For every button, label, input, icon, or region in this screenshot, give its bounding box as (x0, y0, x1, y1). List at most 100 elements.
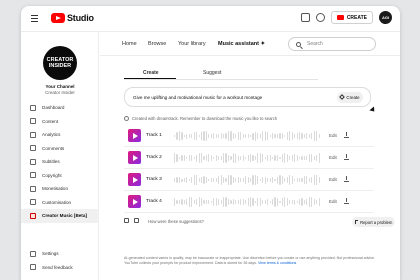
sidebar-item-monetisation[interactable]: Monetisation (21, 182, 99, 196)
menu-icon[interactable] (31, 15, 38, 22)
edit-button[interactable]: Edit (329, 133, 337, 138)
report-problem-button[interactable]: Report a problem (352, 217, 395, 227)
waveform[interactable] (174, 130, 322, 142)
waveform-bar (274, 197, 276, 207)
waveform-bar (249, 153, 252, 163)
waveform-bar (264, 176, 266, 184)
waveform-bar (286, 197, 288, 207)
sidebar-item-dashboard[interactable]: Dashboard (21, 101, 99, 115)
download-icon[interactable] (344, 154, 349, 160)
track-row[interactable]: Track 2 Edit (124, 147, 374, 169)
waveform[interactable] (174, 196, 322, 208)
sidebar-item-label: Monetisation (42, 186, 69, 192)
waveform-bar (176, 177, 178, 183)
waveform-bar (188, 197, 190, 207)
sidebar-item-send-feedback[interactable]: Send feedback (21, 261, 99, 275)
track-row[interactable]: Track 3 Edit (124, 169, 374, 191)
edit-button[interactable]: Edit (329, 199, 337, 204)
waveform-bar (210, 200, 212, 204)
tab-music-assistant[interactable]: Music assistant ✦ (218, 41, 265, 47)
waveform-bar (205, 176, 208, 184)
prompt-text[interactable]: Give me uplifting and motivational music… (133, 95, 262, 100)
download-icon[interactable] (344, 176, 349, 182)
help-icon[interactable] (315, 13, 325, 22)
sidebar-item-label: Creator Music [Beta] (42, 213, 87, 219)
waveform-bar (235, 133, 237, 139)
waveform-bar (237, 131, 239, 141)
track-row[interactable]: Track 1 Edit (124, 125, 374, 147)
subtab-create[interactable]: Create (143, 70, 159, 76)
tab-browse[interactable]: Browse (148, 41, 166, 47)
waveform-bar (294, 199, 296, 205)
sidebar-item-subtitles[interactable]: Subtitles (21, 155, 99, 169)
waveform-bar (174, 178, 176, 182)
sparkle-icon (339, 94, 346, 100)
waveform-bar (174, 198, 176, 206)
waveform-bar (245, 156, 247, 160)
waveform-bar (174, 152, 176, 164)
waveform-bar (272, 198, 274, 206)
subtab-suggest[interactable]: Suggest (203, 70, 221, 76)
play-icon[interactable] (128, 195, 141, 208)
waveform-bar (264, 157, 266, 160)
waveform-bar (225, 177, 227, 183)
waveform-bar (303, 134, 306, 138)
waveform-bar (291, 131, 293, 141)
waveform-bar (205, 155, 208, 161)
create-button[interactable]: CREATE (330, 11, 373, 24)
waveform-bar (230, 200, 232, 204)
waveform-bar (215, 133, 217, 139)
sidebar-item-content[interactable]: Content (21, 115, 99, 129)
flag-icon (354, 220, 359, 224)
sidebar-item-creator-music[interactable]: Creator Music [Beta] (21, 209, 99, 223)
sidebar-item-copyright[interactable]: Copyright (21, 169, 99, 183)
edit-button[interactable]: Edit (329, 177, 337, 182)
play-icon[interactable] (128, 129, 141, 142)
waveform[interactable] (174, 174, 322, 186)
waveform-bar (188, 178, 190, 182)
tab-home[interactable]: Home (122, 41, 137, 47)
messages-icon[interactable] (300, 13, 310, 22)
waveform-bar (196, 175, 198, 185)
waveform[interactable] (174, 152, 322, 164)
thumbs-down-icon[interactable] (134, 218, 139, 223)
account-avatar[interactable]: AGI (379, 11, 392, 24)
edit-button[interactable]: Edit (329, 155, 337, 160)
search-input[interactable]: Search (307, 41, 323, 47)
sidebar-item-settings[interactable]: Settings (21, 247, 99, 261)
sidebar-item-analytics[interactable]: Analytics (21, 128, 99, 142)
waveform-bar (259, 134, 261, 138)
waveform-bar (254, 201, 257, 204)
report-label: Report a problem (360, 219, 393, 225)
thumbs-up-icon[interactable] (124, 218, 129, 223)
channel-avatar[interactable]: CREATOR INSIDER (43, 46, 77, 80)
waveform-bar (279, 156, 281, 160)
waveform-bar (318, 198, 320, 206)
sidebar-item-comments[interactable]: Comments (21, 142, 99, 156)
download-icon[interactable] (344, 132, 349, 138)
download-icon[interactable] (344, 198, 349, 204)
terms-link[interactable]: View terms & conditions (258, 261, 296, 265)
waveform-bar (318, 152, 320, 164)
waveform-bar (274, 155, 276, 161)
top-bar: Studio CREATE AGI (21, 6, 400, 32)
play-icon[interactable] (128, 151, 141, 164)
search-box[interactable]: Search (288, 37, 376, 51)
play-icon[interactable] (128, 173, 141, 186)
waveform-bar (223, 153, 225, 163)
studio-logo[interactable]: Studio (51, 13, 94, 23)
tab-your-library[interactable]: Your library (178, 41, 206, 47)
waveform-bar (237, 200, 239, 204)
waveform-bar (286, 131, 288, 141)
track-row[interactable]: Track 4 Edit (124, 191, 374, 213)
subtab-indicator (124, 78, 176, 79)
prompt-field[interactable]: Give me uplifting and motivational music… (124, 87, 371, 107)
waveform-bar (210, 133, 212, 139)
waveform-bar (181, 199, 183, 205)
sidebar-item-customisation[interactable]: Customisation (21, 196, 99, 210)
waveform-bar (200, 198, 203, 207)
waveform-bar (249, 178, 252, 182)
prompt-create-button[interactable]: Create (337, 91, 363, 103)
note-text: Created with dreamtrack. Remember to dow… (132, 116, 278, 121)
waveform-bar (284, 134, 286, 138)
